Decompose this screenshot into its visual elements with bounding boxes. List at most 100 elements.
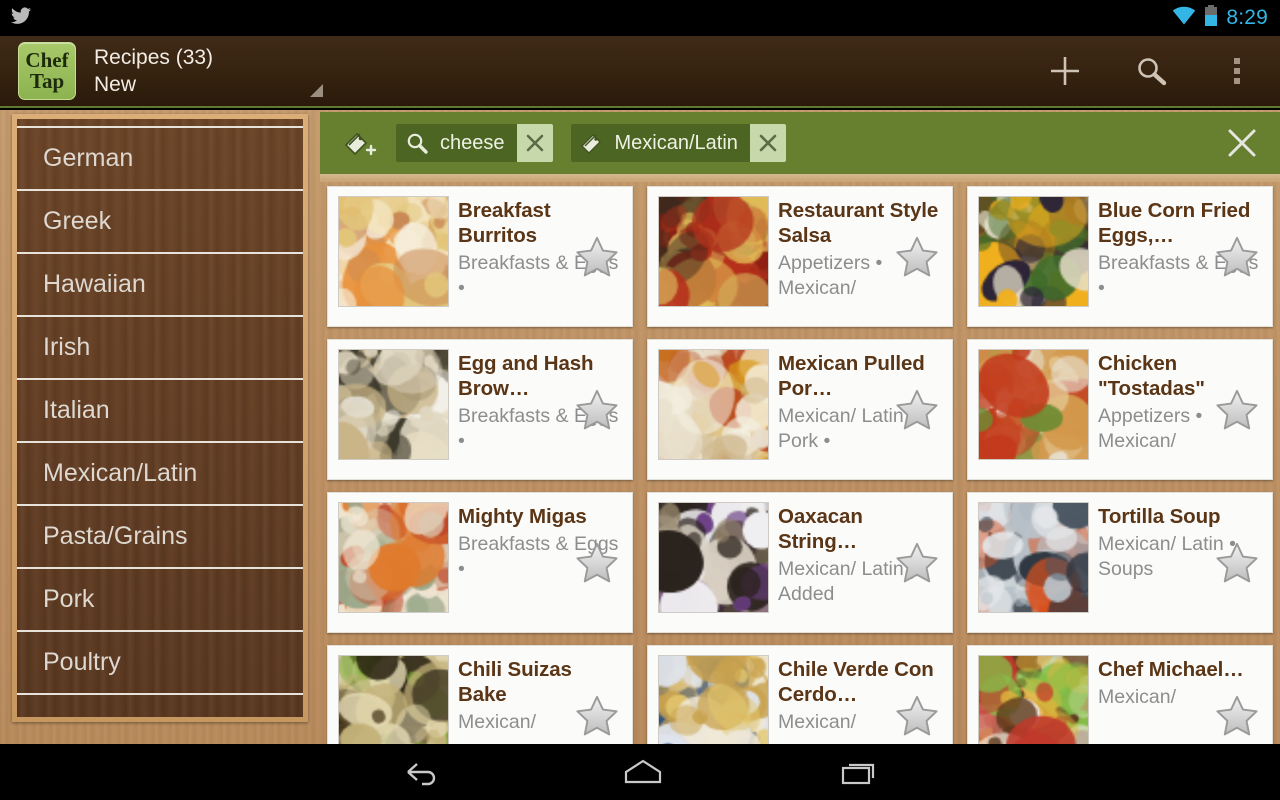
recipe-thumbnail[interactable] bbox=[658, 655, 769, 744]
sidebar-item-label: Greek bbox=[43, 207, 112, 235]
favorite-star-button[interactable] bbox=[574, 694, 620, 738]
recipe-card[interactable]: Chili Suizas Bake Mexican/ bbox=[327, 645, 633, 744]
recipe-thumbnail[interactable] bbox=[658, 349, 769, 460]
recipe-thumbnail[interactable] bbox=[978, 655, 1089, 744]
favorite-star-button[interactable] bbox=[894, 694, 940, 738]
recipe-card-wrapper: Oaxacan String… Mexican/ Latin | Added bbox=[640, 486, 960, 639]
status-bar: 8:29 bbox=[0, 0, 1280, 36]
sidebar-item-label: Poultry bbox=[43, 648, 121, 676]
add-recipe-button[interactable] bbox=[1022, 35, 1108, 107]
sidebar-item-pork[interactable]: Pork bbox=[17, 569, 303, 632]
star-outline-icon bbox=[576, 695, 618, 735]
android-screen: 8:29 Chef Tap Recipes (33) New German Gr… bbox=[0, 0, 1280, 800]
recipe-card[interactable]: Egg and Hash Brow… Breakfasts & Eggs • bbox=[327, 339, 633, 480]
favorite-star-button[interactable] bbox=[894, 388, 940, 432]
sidebar-item-mexican-latin[interactable]: Mexican/Latin bbox=[17, 443, 303, 506]
favorite-star-button[interactable] bbox=[574, 388, 620, 432]
favorite-star-button[interactable] bbox=[574, 235, 620, 279]
sidebar-item-label: Pasta/Grains bbox=[43, 522, 188, 550]
app-logo-line2: Tap bbox=[29, 69, 65, 93]
title-block[interactable]: Recipes (33) New bbox=[94, 44, 324, 98]
nav-home-button[interactable] bbox=[568, 744, 718, 800]
recipe-thumbnail[interactable] bbox=[658, 502, 769, 613]
kebab-menu-icon bbox=[1234, 58, 1240, 84]
recipe-card[interactable]: Tortilla Soup Mexican/ Latin • Soups bbox=[967, 492, 1273, 633]
recipe-title: Mighty Migas bbox=[458, 505, 587, 528]
recipe-card[interactable]: Chicken "Tostadas" Appetizers • Mexican/ bbox=[967, 339, 1273, 480]
recipe-card[interactable]: Breakfast Burritos Breakfasts & Eggs • bbox=[327, 186, 633, 327]
app-logo[interactable]: Chef Tap bbox=[18, 42, 76, 100]
recipe-card[interactable]: Restaurant Style Salsa Appetizers • Mexic… bbox=[647, 186, 953, 327]
tag-add-icon[interactable] bbox=[340, 124, 378, 162]
recipe-card-wrapper: Chili Suizas Bake Mexican/ bbox=[320, 639, 640, 744]
sidebar-item-label: Italian bbox=[43, 396, 110, 424]
star-outline-icon bbox=[576, 389, 618, 429]
star-outline-icon bbox=[896, 542, 938, 582]
favorite-star-button[interactable] bbox=[1214, 694, 1260, 738]
recipe-thumbnail[interactable] bbox=[978, 502, 1089, 613]
sidebar-item-poultry[interactable]: Poultry bbox=[17, 632, 303, 695]
sidebar-item-greek[interactable]: Greek bbox=[17, 191, 303, 254]
overflow-menu-button[interactable] bbox=[1194, 35, 1280, 107]
sidebar-item-pasta-grains[interactable]: Pasta/Grains bbox=[17, 506, 303, 569]
filter-chip-label: cheese bbox=[440, 131, 505, 154]
star-outline-icon bbox=[896, 389, 938, 429]
filter-chip-remove-button[interactable] bbox=[516, 124, 553, 162]
recipe-grid-container[interactable]: Breakfast Burritos Breakfasts & Eggs • Res… bbox=[320, 174, 1280, 744]
recipe-card-wrapper: Blue Corn Fried Eggs,… Breakfasts & Eggs … bbox=[960, 180, 1280, 333]
star-outline-icon bbox=[1216, 389, 1258, 429]
twitter-icon bbox=[10, 5, 32, 32]
recipe-card[interactable]: Mexican Pulled Por… Mexican/ Latin • Pork… bbox=[647, 339, 953, 480]
sidebar-item-german[interactable]: German bbox=[17, 128, 303, 191]
status-system-icons: 8:29 bbox=[1172, 4, 1280, 32]
sidebar-item-label: Irish bbox=[43, 333, 91, 361]
favorite-star-button[interactable] bbox=[894, 541, 940, 585]
nav-back-button[interactable] bbox=[348, 744, 498, 800]
sidebar-list: German Greek Hawaiian Irish Italian Mexican/L… bbox=[17, 128, 303, 695]
filter-chip[interactable]: cheese bbox=[396, 124, 553, 162]
filter-chip[interactable]: Mexican/Latin bbox=[570, 124, 786, 162]
favorite-star-button[interactable] bbox=[1214, 388, 1260, 432]
sidebar-item-hawaiian[interactable]: Hawaiian bbox=[17, 254, 303, 317]
sidebar-item-italian[interactable]: Italian bbox=[17, 380, 303, 443]
wifi-icon bbox=[1172, 6, 1196, 31]
sidebar-item-label: German bbox=[43, 144, 134, 172]
recipe-thumbnail[interactable] bbox=[338, 349, 449, 460]
recipe-card[interactable]: Chile Verde Con Cerdo… Mexican/ bbox=[647, 645, 953, 744]
recipe-card-wrapper: Chile Verde Con Cerdo… Mexican/ bbox=[640, 639, 960, 744]
recipe-card[interactable]: Chef Michael… Mexican/ bbox=[967, 645, 1273, 744]
recipe-card-wrapper: Restaurant Style Salsa Appetizers • Mexic… bbox=[640, 180, 960, 333]
recipe-thumbnail[interactable] bbox=[338, 655, 449, 744]
sidebar-item-irish[interactable]: Irish bbox=[17, 317, 303, 380]
recipe-grid: Breakfast Burritos Breakfasts & Eggs • Res… bbox=[320, 180, 1280, 744]
dropdown-triangle-icon[interactable] bbox=[310, 84, 324, 97]
favorite-star-button[interactable] bbox=[894, 235, 940, 279]
nav-recents-button[interactable] bbox=[786, 744, 936, 800]
filter-chip-remove-button[interactable] bbox=[749, 124, 786, 162]
recipe-card[interactable]: Oaxacan String… Mexican/ Latin | Added bbox=[647, 492, 953, 633]
android-navigation-bar bbox=[0, 744, 1280, 800]
recipe-card[interactable]: Mighty Migas Breakfasts & Eggs • bbox=[327, 492, 633, 633]
recipe-thumbnail[interactable] bbox=[978, 196, 1089, 307]
recipe-card[interactable]: Blue Corn Fried Eggs,… Breakfasts & Eggs … bbox=[967, 186, 1273, 327]
search-icon bbox=[396, 124, 438, 162]
sidebar-item-label: Pork bbox=[43, 585, 95, 613]
action-bar-buttons bbox=[1022, 35, 1280, 107]
status-clock: 8:29 bbox=[1226, 6, 1268, 29]
favorite-star-button[interactable] bbox=[1214, 541, 1260, 585]
filter-chip-list: cheese Mexican/Latin bbox=[378, 124, 786, 162]
category-sidebar[interactable]: German Greek Hawaiian Irish Italian Mexican/L… bbox=[12, 114, 308, 722]
favorite-star-button[interactable] bbox=[574, 541, 620, 585]
recipe-card-wrapper: Mexican Pulled Por… Mexican/ Latin • Pork… bbox=[640, 333, 960, 486]
action-bar: Chef Tap Recipes (33) New bbox=[0, 36, 1280, 108]
recipe-card-wrapper: Chicken "Tostadas" Appetizers • Mexican/ bbox=[960, 333, 1280, 486]
recipe-thumbnail[interactable] bbox=[338, 196, 449, 307]
clear-filters-button[interactable] bbox=[1222, 123, 1262, 163]
search-button[interactable] bbox=[1108, 35, 1194, 107]
recipe-thumbnail[interactable] bbox=[978, 349, 1089, 460]
recipe-thumbnail[interactable] bbox=[338, 502, 449, 613]
recipe-thumbnail[interactable] bbox=[658, 196, 769, 307]
recipe-card-wrapper: Tortilla Soup Mexican/ Latin • Soups bbox=[960, 486, 1280, 639]
favorite-star-button[interactable] bbox=[1214, 235, 1260, 279]
battery-icon bbox=[1204, 4, 1218, 32]
